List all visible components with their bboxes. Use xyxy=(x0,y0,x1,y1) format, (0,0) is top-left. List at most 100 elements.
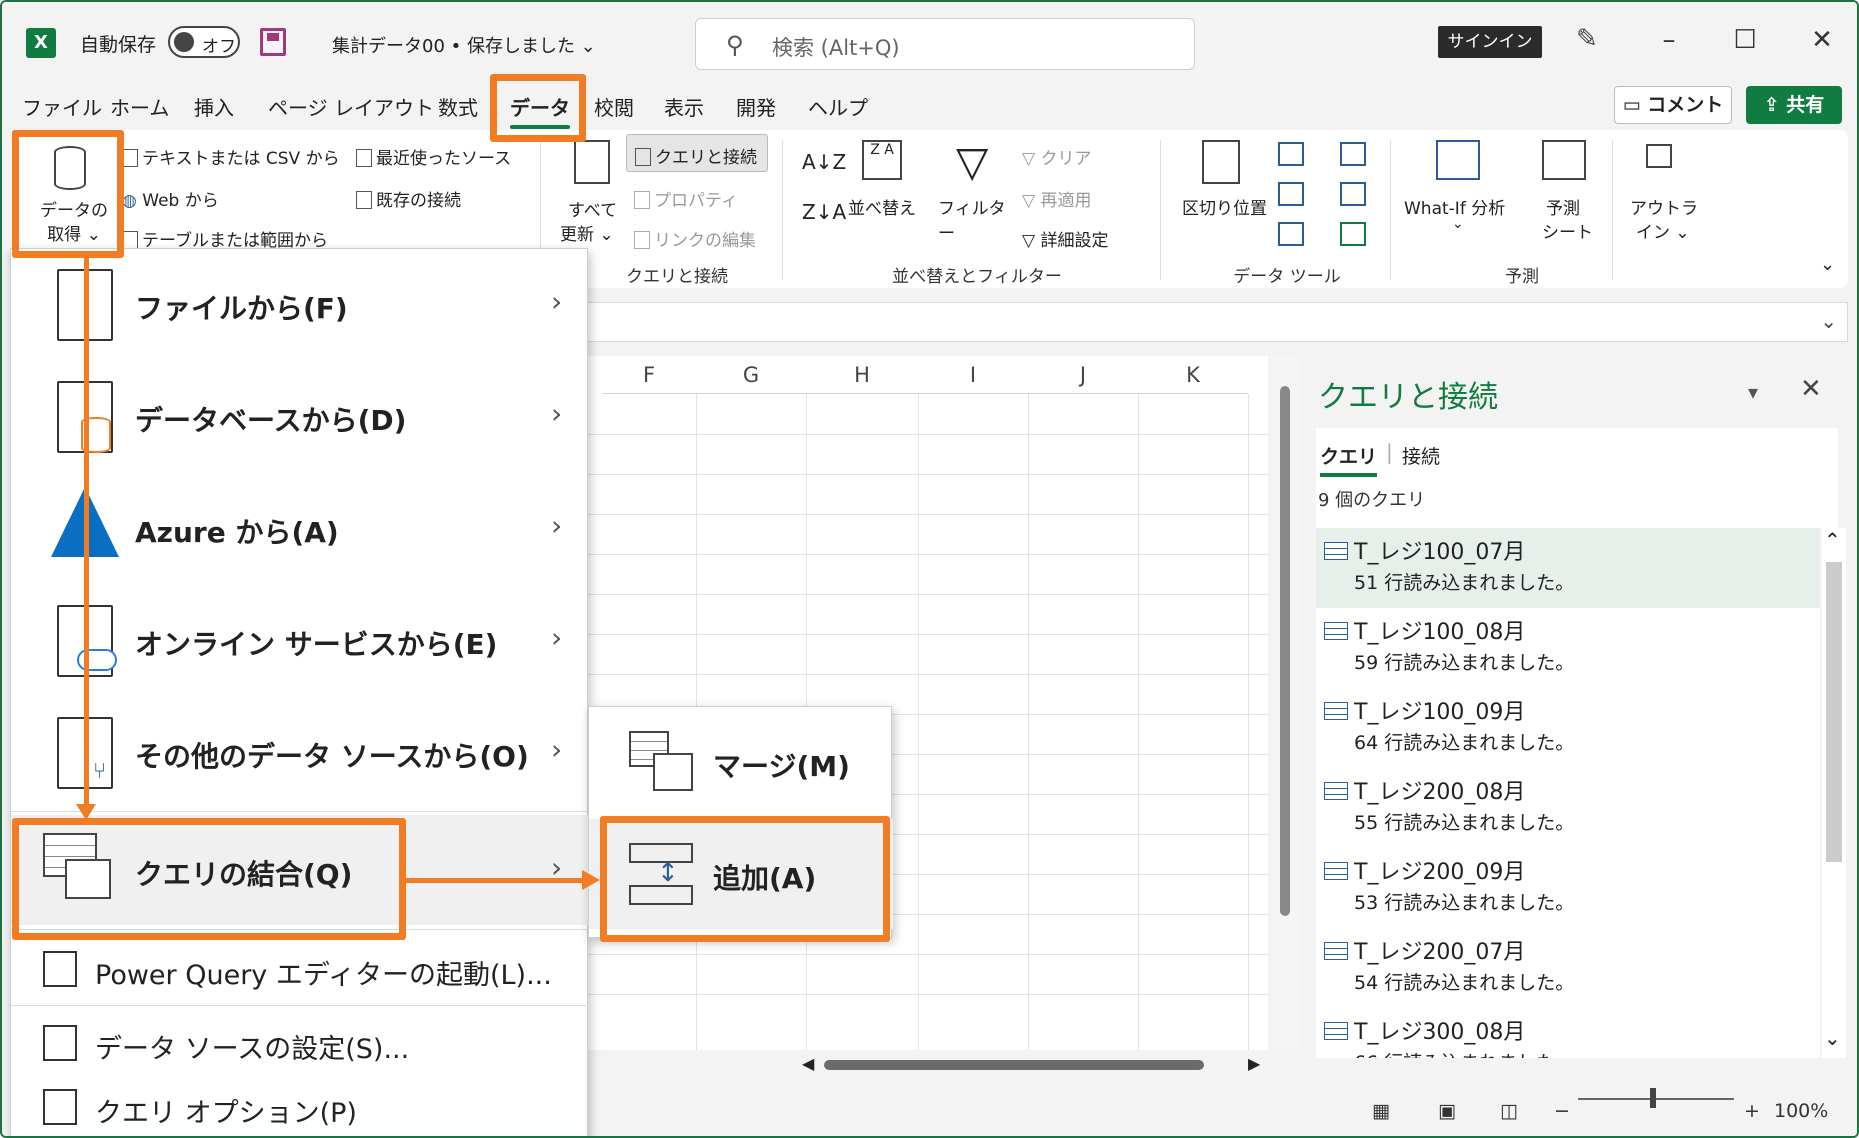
cloud-shape-icon xyxy=(77,649,117,671)
relationships-icon[interactable] xyxy=(1340,182,1366,206)
query-item[interactable]: T_レジ200_09月 53 行読み込まれました。 xyxy=(1316,848,1820,928)
menu-item-query-options[interactable]: クエリ オプション(P) xyxy=(11,1073,589,1136)
query-item[interactable]: T_レジ100_08月 59 行読み込まれました。 xyxy=(1316,608,1820,688)
menu-item-from-online-services[interactable]: オンライン サービスから(E) › xyxy=(11,585,589,697)
submenu-item-merge[interactable]: マージ(M) xyxy=(589,707,893,817)
query-item[interactable]: T_レジ200_07月 54 行読み込まれました。 xyxy=(1316,928,1820,1008)
tab-queries[interactable]: クエリ xyxy=(1320,442,1378,477)
query-item[interactable]: T_レジ200_08月 55 行読み込まれました。 xyxy=(1316,768,1820,848)
recent-sources-button[interactable]: 最近使ったソース xyxy=(356,144,511,169)
column-header-j[interactable]: J xyxy=(1028,356,1138,394)
document-title[interactable]: 集計データ00 • 保存しました ⌄ xyxy=(332,32,596,58)
filter-button[interactable]: ▽ フィルター xyxy=(938,140,1014,245)
column-header-i[interactable]: I xyxy=(918,356,1028,394)
text-to-columns-button[interactable]: 区切り位置 xyxy=(1172,140,1268,230)
scroll-thumb[interactable] xyxy=(1280,386,1290,916)
advanced-button[interactable]: ▽ 詳細設定 xyxy=(1022,226,1108,251)
queries-connections-button[interactable]: クエリと接続 xyxy=(626,134,768,172)
outline-button[interactable]: アウトラ イン ⌄ xyxy=(1620,140,1700,243)
formula-bar[interactable]: ⌄ xyxy=(562,302,1848,342)
text-csv-button[interactable]: テキストまたは CSV から xyxy=(122,144,340,169)
tab-data[interactable]: データ xyxy=(510,92,570,129)
menu-item-combine-queries[interactable]: クエリの結合(Q) › xyxy=(11,815,589,925)
query-item[interactable]: T_レジ100_07月 51 行読み込まれました。 xyxy=(1316,528,1820,608)
horizontal-scrollbar[interactable]: ◀ ▶ xyxy=(562,1050,1268,1080)
data-model-icon[interactable] xyxy=(1340,222,1366,246)
properties-button[interactable]: プロパティ xyxy=(634,186,738,211)
pane-options-icon[interactable]: ▾ xyxy=(1748,380,1758,404)
zoom-level[interactable]: 100% xyxy=(1774,1100,1828,1122)
existing-connections-button[interactable]: 既存の接続 xyxy=(356,186,461,211)
tab-developer[interactable]: 開発 xyxy=(736,92,776,121)
column-header-f[interactable]: F xyxy=(602,356,696,394)
outline-label-1: アウトラ xyxy=(1630,199,1698,219)
web-button[interactable]: ◍ Web から xyxy=(122,186,219,211)
collapse-ribbon-icon[interactable]: ⌄ xyxy=(1820,254,1835,275)
query-list-scrollbar[interactable]: ⌃ ⌄ xyxy=(1822,528,1846,1058)
zoom-slider-thumb[interactable] xyxy=(1650,1088,1656,1108)
consolidate-icon[interactable] xyxy=(1340,142,1366,166)
tab-page-layout[interactable]: ページ レイアウト xyxy=(268,92,434,121)
tab-review[interactable]: 校閲 xyxy=(594,92,634,121)
autosave-toggle[interactable]: オフ xyxy=(168,26,240,58)
query-item[interactable]: T_レジ300_08月 66 行読み込まれました。 xyxy=(1316,1008,1820,1058)
zoom-in-icon[interactable]: + xyxy=(1744,1100,1760,1122)
data-validation-icon[interactable] xyxy=(1278,222,1304,246)
clear-button[interactable]: ▽ クリア xyxy=(1022,144,1091,169)
tab-insert[interactable]: 挿入 xyxy=(194,92,234,121)
table-icon xyxy=(1324,1022,1348,1040)
zoom-out-icon[interactable]: − xyxy=(1554,1100,1570,1122)
query-item[interactable]: T_レジ100_09月 64 行読み込まれました。 xyxy=(1316,688,1820,768)
menu-item-data-source-settings[interactable]: データ ソースの設定(S)... xyxy=(11,1009,589,1077)
page-layout-view-icon[interactable]: ▣ xyxy=(1438,1100,1456,1122)
maximize-button[interactable]: ☐ xyxy=(1720,20,1770,60)
tab-connections[interactable]: 接続 xyxy=(1402,442,1440,469)
scroll-down-icon[interactable]: ⌄ xyxy=(1824,1026,1841,1050)
zoom-slider[interactable] xyxy=(1578,1098,1734,1100)
scroll-thumb[interactable] xyxy=(1826,562,1842,862)
menu-item-from-file[interactable]: ファイルから(F) › xyxy=(11,249,589,361)
refresh-all-button[interactable]: すべて 更新 ⌄ xyxy=(560,140,630,245)
column-header-g[interactable]: G xyxy=(696,356,806,394)
menu-item-from-other-sources[interactable]: ⑂ その他のデータ ソースから(O) › xyxy=(11,697,589,809)
tab-home[interactable]: ホーム xyxy=(110,92,169,121)
scroll-thumb[interactable] xyxy=(824,1060,1204,1070)
pane-close-icon[interactable]: ✕ xyxy=(1800,374,1822,404)
column-header-h[interactable]: H xyxy=(806,356,918,394)
worksheet-grid[interactable]: F G H I J K xyxy=(562,356,1268,1050)
sort-desc-icon[interactable]: Z↓A xyxy=(802,200,846,224)
minimize-button[interactable]: – xyxy=(1644,20,1694,60)
sort-asc-icon[interactable]: A↓Z xyxy=(802,150,846,174)
scroll-left-icon[interactable]: ◀ xyxy=(802,1054,814,1073)
scroll-right-icon[interactable]: ▶ xyxy=(1248,1054,1260,1073)
menu-item-from-database[interactable]: データベースから(D) › xyxy=(11,361,589,473)
tab-help[interactable]: ヘルプ xyxy=(808,92,868,121)
pen-icon[interactable]: ✎ xyxy=(1576,24,1598,54)
reapply-button[interactable]: ▽ 再適用 xyxy=(1022,186,1091,211)
expand-formula-bar-icon[interactable]: ⌄ xyxy=(1820,309,1837,333)
menu-item-from-azure[interactable]: Azure から(A) › xyxy=(11,473,589,585)
forecast-sheet-button[interactable]: 予測 シート xyxy=(1530,140,1600,243)
share-button[interactable]: ⇪ 共有 xyxy=(1746,86,1842,124)
submenu-item-append[interactable]: ↕ 追加(A) xyxy=(589,819,893,929)
scroll-up-icon[interactable]: ⌃ xyxy=(1824,528,1841,552)
comment-button[interactable]: ▭ コメント xyxy=(1614,86,1732,124)
close-button[interactable]: ✕ xyxy=(1797,20,1847,60)
vertical-scrollbar[interactable] xyxy=(1272,356,1298,1050)
edit-links-button[interactable]: リンクの編集 xyxy=(634,226,756,251)
flash-fill-icon[interactable] xyxy=(1278,142,1304,166)
whatif-button[interactable]: What-If 分析 ⌄ xyxy=(1400,140,1520,240)
tab-file[interactable]: ファイル xyxy=(22,92,102,121)
sort-button[interactable]: Z A 並べ替え xyxy=(848,140,918,230)
menu-item-power-query-editor[interactable]: Power Query エディターの起動(L)... xyxy=(11,935,589,1003)
search-input[interactable]: ⚲ 検索 (Alt+Q) xyxy=(695,18,1195,70)
page-break-view-icon[interactable]: ◫ xyxy=(1500,1100,1518,1122)
tab-formulas[interactable]: 数式 xyxy=(438,92,478,121)
remove-duplicates-icon[interactable] xyxy=(1278,182,1304,206)
tab-view[interactable]: 表示 xyxy=(664,92,704,121)
normal-view-icon[interactable]: ▦ xyxy=(1372,1100,1390,1122)
signin-button[interactable]: サインイン xyxy=(1438,26,1542,58)
forecast-label-2: シート xyxy=(1542,223,1593,243)
column-header-k[interactable]: K xyxy=(1138,356,1248,394)
save-icon[interactable] xyxy=(260,28,286,56)
